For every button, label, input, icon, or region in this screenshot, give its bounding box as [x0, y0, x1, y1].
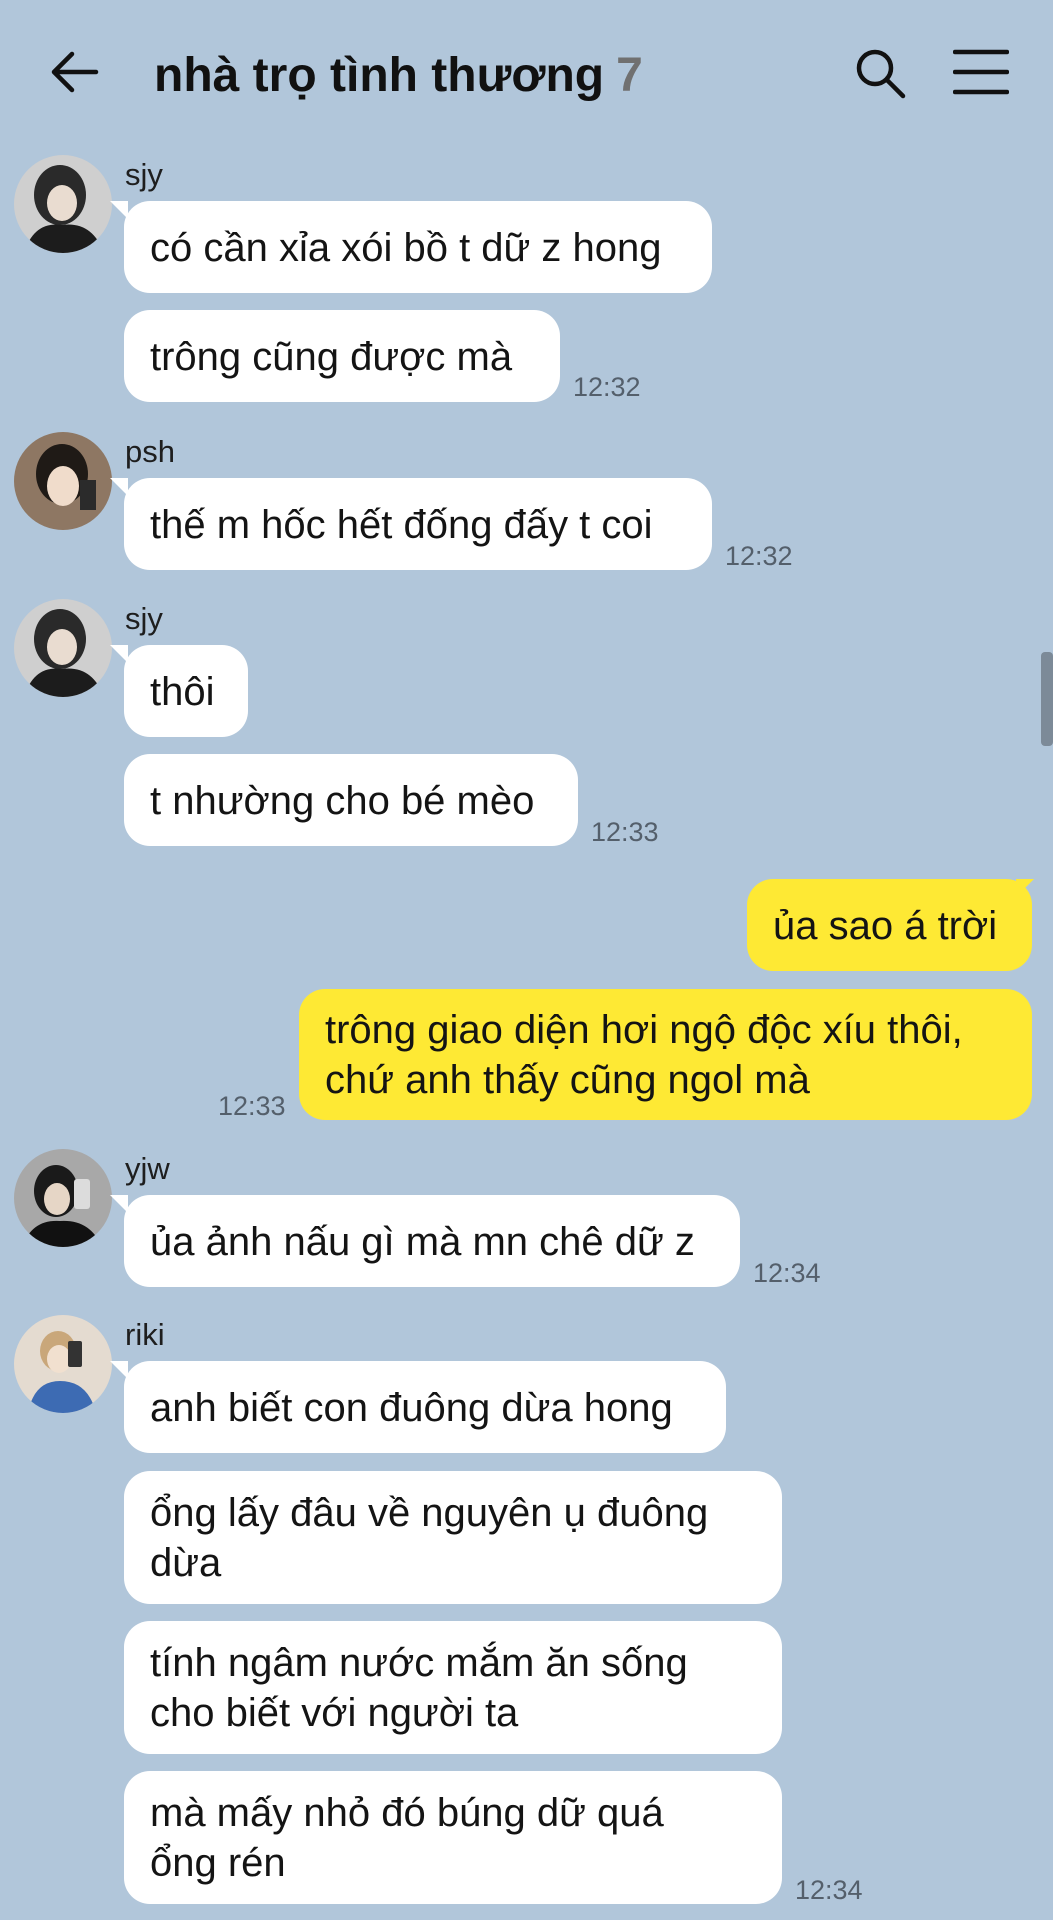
- my-message-bubble[interactable]: ủa sao á trời: [747, 879, 1032, 971]
- sender-name: riki: [125, 1317, 165, 1352]
- avatar-yjw[interactable]: [14, 1149, 112, 1247]
- message-line: mà mấy nhỏ đó búng dữ quá: [150, 1791, 664, 1835]
- message-bubble[interactable]: t nhường cho bé mèo: [124, 754, 578, 846]
- avatar-riki[interactable]: [14, 1315, 112, 1413]
- chat-header: nhà trọ tình thương 7: [0, 0, 1053, 148]
- hamburger-menu-icon[interactable]: [953, 46, 1009, 98]
- message-bubble[interactable]: ổng lấy đâu về nguyên ụ đuông dừa: [124, 1471, 782, 1604]
- message-line: ổng rén: [150, 1841, 286, 1885]
- search-icon[interactable]: [853, 46, 907, 100]
- back-arrow-icon[interactable]: [46, 44, 102, 100]
- message-line: ổng lấy đâu về nguyên ụ đuông: [150, 1491, 709, 1535]
- sender-name: sjy: [125, 157, 163, 192]
- scrollbar-thumb[interactable]: [1041, 652, 1053, 746]
- chat-title: nhà trọ tình thương 7: [154, 46, 643, 106]
- avatar-psh[interactable]: [14, 432, 112, 530]
- sender-name: yjw: [125, 1151, 170, 1186]
- message-bubble[interactable]: thế m hốc hết đống đấy t coi: [124, 478, 712, 570]
- message-bubble[interactable]: tính ngâm nước mắm ăn sống cho biết với …: [124, 1621, 782, 1754]
- message-line: chứ anh thấy cũng ngol mà: [325, 1058, 810, 1102]
- avatar-sjy[interactable]: [14, 155, 112, 253]
- message-line: dừa: [150, 1541, 222, 1585]
- message-bubble[interactable]: anh biết con đuông dừa hong: [124, 1361, 726, 1453]
- message-bubble[interactable]: thôi: [124, 645, 248, 737]
- member-count: 7: [616, 49, 643, 102]
- sender-name: psh: [125, 434, 175, 469]
- message-time: 12:34: [795, 1875, 863, 1905]
- message-line: tính ngâm nước mắm ăn sống: [150, 1641, 688, 1685]
- message-time: 12:32: [725, 541, 793, 571]
- message-bubble[interactable]: trông cũng được mà: [124, 310, 560, 402]
- message-time: 12:33: [591, 817, 659, 847]
- message-bubble[interactable]: mà mấy nhỏ đó búng dữ quá ổng rén: [124, 1771, 782, 1904]
- message-time: 12:32: [573, 372, 641, 402]
- sender-name: sjy: [125, 601, 163, 636]
- message-line: cho biết với người ta: [150, 1691, 519, 1735]
- message-time: 12:34: [753, 1258, 821, 1288]
- avatar-sjy[interactable]: [14, 599, 112, 697]
- message-line: trông giao diện hơi ngộ độc xíu thôi,: [325, 1008, 963, 1052]
- my-message-bubble[interactable]: trông giao diện hơi ngộ độc xíu thôi, ch…: [299, 989, 1032, 1120]
- message-bubble[interactable]: ủa ảnh nấu gì mà mn chê dữ z: [124, 1195, 740, 1287]
- message-bubble[interactable]: có cần xỉa xói bồ t dữ z hong: [124, 201, 712, 293]
- message-time: 12:33: [218, 1091, 286, 1121]
- chat-room-name: nhà trọ tình thương: [154, 49, 605, 102]
